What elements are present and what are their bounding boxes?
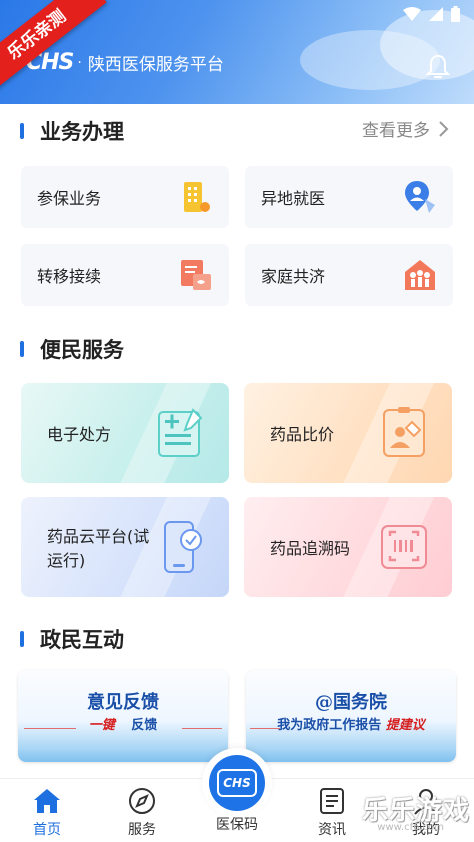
biz-card-remote-medical[interactable]: 异地就医 bbox=[245, 166, 453, 228]
view-more-label: 查看更多 bbox=[362, 121, 430, 141]
banner-sub-highlight: 一键 bbox=[88, 718, 115, 733]
biz-card-insurance[interactable]: 参保业务 bbox=[21, 166, 229, 228]
svc-card-label: 药品追溯码 bbox=[270, 539, 351, 558]
svc-card-e-prescription[interactable]: 电子处方 bbox=[21, 383, 229, 483]
banner-sub-text: 反馈 bbox=[131, 718, 158, 733]
biz-card-label: 异地就医 bbox=[261, 189, 326, 208]
banner-divider bbox=[182, 728, 222, 729]
chs-code-logo: CHS bbox=[217, 769, 257, 797]
banner-divider bbox=[250, 728, 280, 729]
svc-card-label: 药品云平台(试运行) bbox=[47, 527, 150, 570]
building-icon bbox=[179, 180, 213, 214]
tab-label: 首页 bbox=[33, 822, 61, 838]
wifi-icon bbox=[403, 7, 421, 21]
section-title-text: 便民服务 bbox=[40, 338, 124, 362]
signal-icon bbox=[429, 7, 443, 21]
section-bar bbox=[20, 631, 24, 647]
biz-card-transfer[interactable]: 转移接续 bbox=[21, 244, 229, 306]
tab-medical-code[interactable]: CHS bbox=[202, 748, 272, 818]
news-icon bbox=[320, 788, 344, 814]
biz-card-label: 家庭共济 bbox=[261, 267, 326, 286]
section-interaction-title: 政民互动 bbox=[20, 624, 124, 654]
platform-name: 陕西医保服务平台 bbox=[87, 55, 224, 75]
location-person-icon bbox=[403, 180, 437, 214]
logo-separator: · bbox=[77, 54, 82, 71]
svc-card-label: 药品比价 bbox=[270, 425, 335, 444]
prescription-icon bbox=[158, 408, 203, 457]
compass-icon bbox=[129, 788, 155, 814]
banner-title: @国务院 bbox=[315, 692, 387, 713]
section-bar bbox=[20, 341, 24, 357]
section-bar bbox=[20, 123, 24, 139]
tab-label: 资讯 bbox=[318, 822, 346, 838]
section-services-title: 便民服务 bbox=[20, 334, 124, 364]
svc-card-trace-code[interactable]: 药品追溯码 bbox=[244, 497, 452, 597]
tab-label: 服务 bbox=[128, 822, 156, 838]
app-logo: CHS · 陕西医保服务平台 bbox=[26, 50, 224, 75]
section-title-text: 业务办理 bbox=[40, 120, 124, 144]
view-more-link[interactable]: 查看更多 bbox=[362, 116, 450, 141]
state-council-banner[interactable]: @国务院 我为政府工作报告 提建议 bbox=[246, 670, 456, 762]
tab-label-medical-code[interactable]: 医保码 bbox=[202, 814, 272, 834]
banner-title: 意见反馈 bbox=[87, 692, 159, 713]
medicine-compare-icon bbox=[383, 407, 425, 457]
svc-card-medicine-cloud[interactable]: 药品云平台(试运行) bbox=[21, 497, 229, 597]
banner-subtitle: 一键 反馈 bbox=[18, 714, 228, 733]
banner-subtitle: 我为政府工作报告 提建议 bbox=[246, 714, 456, 733]
banner-sub-text: 我为政府工作报告 bbox=[277, 718, 382, 733]
banner-sub-highlight: 提建议 bbox=[385, 718, 425, 733]
tab-news[interactable]: 资讯 bbox=[302, 787, 362, 839]
section-business-title: 业务办理 bbox=[20, 116, 124, 146]
medical-code-icon: CHS bbox=[209, 755, 265, 811]
scan-code-icon bbox=[381, 525, 427, 569]
status-bar bbox=[403, 6, 460, 22]
feedback-banner[interactable]: 意见反馈 一键 反馈 bbox=[18, 670, 228, 762]
phone-cloud-icon bbox=[164, 521, 202, 573]
transfer-card-icon bbox=[179, 258, 213, 292]
biz-card-family[interactable]: 家庭共济 bbox=[245, 244, 453, 306]
chevron-right-icon bbox=[439, 120, 449, 137]
svc-card-label: 电子处方 bbox=[47, 425, 112, 444]
watermark-url: www.cf6.com bbox=[377, 822, 444, 833]
biz-card-label: 参保业务 bbox=[37, 189, 102, 208]
tab-service[interactable]: 服务 bbox=[112, 787, 172, 839]
home-icon bbox=[34, 789, 60, 813]
biz-card-label: 转移接续 bbox=[37, 267, 102, 286]
bell-icon[interactable] bbox=[425, 54, 451, 84]
section-title-text: 政民互动 bbox=[40, 628, 124, 652]
svc-card-price-compare[interactable]: 药品比价 bbox=[244, 383, 452, 483]
tab-home[interactable]: 首页 bbox=[17, 787, 77, 839]
battery-icon bbox=[451, 6, 460, 22]
family-house-icon bbox=[403, 258, 437, 292]
